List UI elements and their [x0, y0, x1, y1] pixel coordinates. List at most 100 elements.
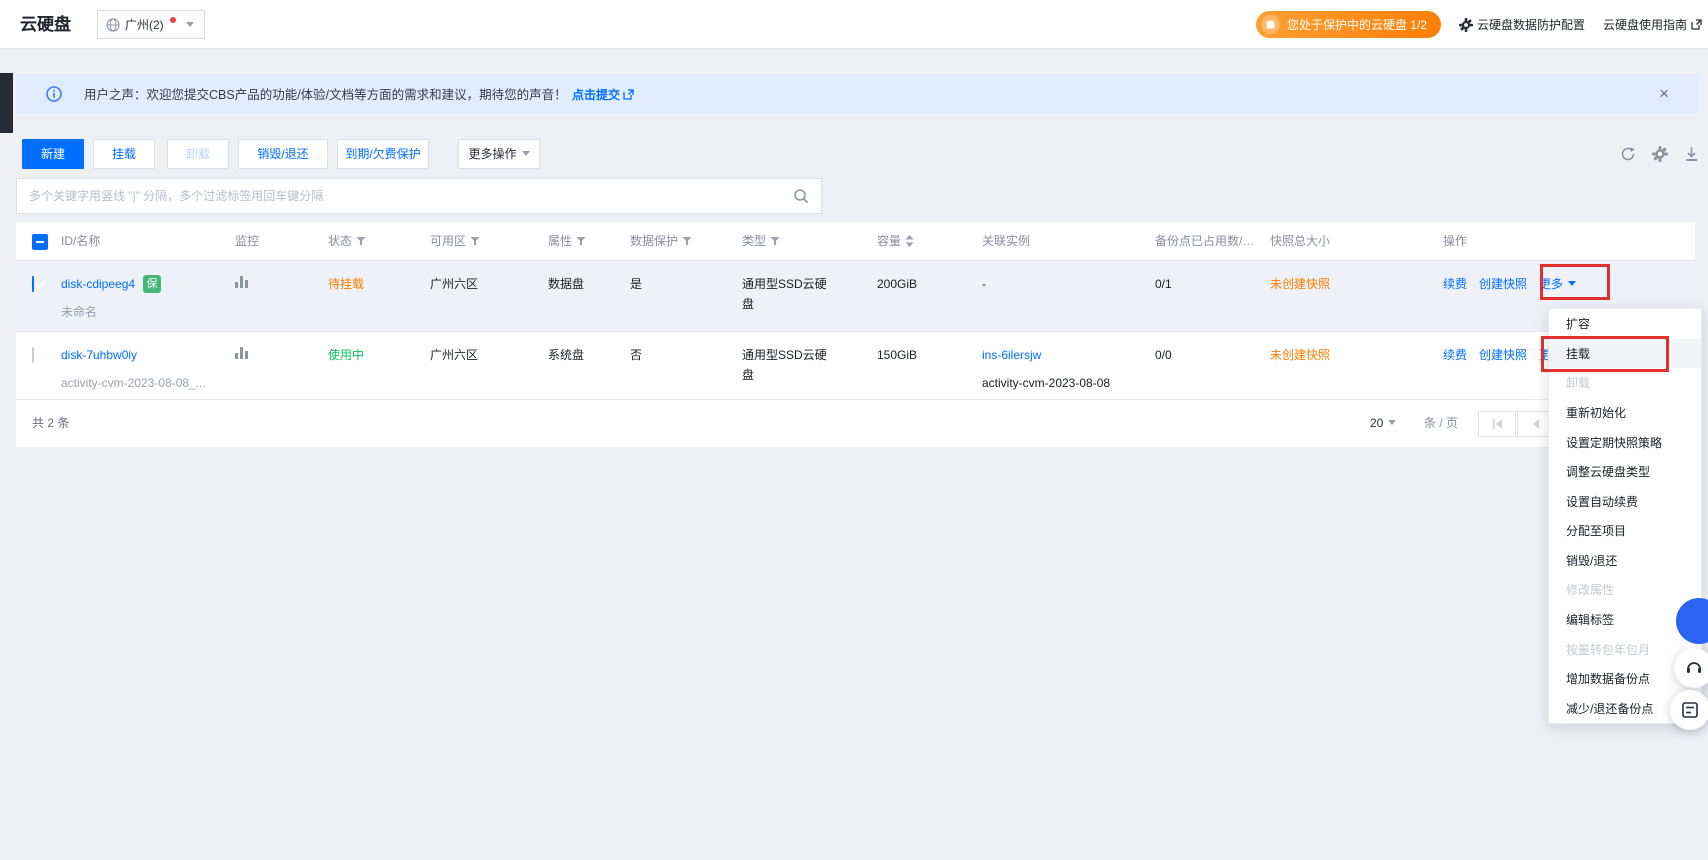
table-header-row: ID/名称 监控 状态 可用区 属性 数据保护 类型 容量 关联实例 备份点已占… — [16, 222, 1695, 261]
region-selector[interactable]: 广州(2) — [97, 10, 205, 39]
disk-id-link[interactable]: disk-7uhbw0iy — [61, 348, 137, 362]
create-snapshot-link[interactable]: 创建快照 — [1479, 274, 1527, 294]
chevron-down-icon — [522, 151, 530, 160]
region-notification-dot — [170, 17, 176, 23]
monitor-icon[interactable] — [235, 276, 248, 288]
backup-cell: 0/0 — [1150, 332, 1265, 399]
column-monitor: 监控 — [230, 222, 323, 260]
disk-id-link[interactable]: disk-cdipeeg4 — [61, 277, 135, 291]
menu-item-detach[interactable]: 卸载 — [1549, 368, 1701, 398]
filter-icon[interactable] — [770, 236, 780, 246]
menu-item-destroy[interactable]: 销毁/退还 — [1549, 546, 1701, 576]
download-icon[interactable] — [1684, 146, 1699, 162]
user-guide-label: 云硬盘使用指南 — [1603, 16, 1687, 33]
menu-item-auto-renew[interactable]: 设置自动续费 — [1549, 486, 1701, 516]
menu-item-snapshot-policy[interactable]: 设置定期快照策略 — [1549, 427, 1701, 457]
filter-icon[interactable] — [470, 236, 480, 246]
external-link-icon — [1691, 19, 1702, 30]
more-actions-label: 更多操作 — [468, 147, 516, 161]
menu-item-reinit[interactable]: 重新初始化 — [1549, 398, 1701, 428]
protected-badge: 保 — [143, 275, 161, 293]
data-protection-cell: 否 — [625, 332, 737, 399]
data-protection-cell: 是 — [625, 261, 737, 331]
menu-item-adjust-type[interactable]: 调整云硬盘类型 — [1549, 457, 1701, 487]
protected-disks-badge-label: 您处于保护中的云硬盘 1/2 — [1287, 16, 1427, 33]
filter-icon[interactable] — [356, 236, 366, 246]
chevron-down-icon — [1388, 420, 1396, 429]
column-backup: 备份点已占用数/当前备份... — [1150, 222, 1265, 260]
survey-list-icon — [1681, 701, 1699, 719]
shield-box-icon — [1261, 15, 1280, 34]
user-guide-link[interactable]: 云硬盘使用指南 — [1603, 16, 1702, 33]
instance-id-link[interactable]: ins-6ilersjw — [982, 348, 1041, 362]
notice-bar: 用户之声：欢迎您提交CBS产品的功能/体验/文档等方面的需求和建议，期待您的声音… — [16, 74, 1699, 113]
page-size-select[interactable]: 20 — [1370, 400, 1396, 447]
column-data-protection: 数据保护 — [625, 222, 737, 260]
topbar-right: 您处于保护中的云硬盘 1/2 云硬盘数据防护配置 云硬盘使用指南 — [1256, 0, 1702, 49]
create-button[interactable]: 新建 — [22, 139, 84, 169]
row-checkbox[interactable] — [32, 276, 34, 292]
status-badge: 待挂载 — [323, 261, 425, 331]
first-page-button[interactable] — [1478, 411, 1516, 437]
search-icon[interactable] — [781, 188, 821, 204]
data-protection-config-link[interactable]: 云硬盘数据防护配置 — [1459, 16, 1585, 33]
menu-item-assign-project[interactable]: 分配至项目 — [1549, 516, 1701, 546]
type-cell: 通用型SSD云硬盘 — [737, 332, 872, 399]
disk-table: ID/名称 监控 状态 可用区 属性 数据保护 类型 容量 关联实例 备份点已占… — [16, 222, 1695, 447]
attach-button[interactable]: 挂载 — [93, 139, 155, 169]
filter-icon[interactable] — [682, 236, 692, 246]
chevron-down-icon — [1568, 281, 1576, 290]
column-instance: 关联实例 — [977, 222, 1150, 260]
submit-feedback-link[interactable]: 点击提交 — [572, 88, 620, 102]
gear-icon[interactable] — [1652, 146, 1668, 162]
gear-icon — [1459, 18, 1473, 32]
external-link-icon — [623, 89, 634, 100]
menu-item-attach[interactable]: 挂载 — [1549, 339, 1701, 369]
zone-cell: 广州六区 — [425, 332, 543, 399]
more-actions-button[interactable]: 更多操作 — [458, 139, 540, 169]
search-input[interactable] — [17, 189, 781, 203]
collapsed-sidebar-edge — [0, 73, 13, 133]
destroy-return-button[interactable]: 销毁/退还 — [238, 139, 328, 169]
column-size: 容量 — [872, 222, 977, 260]
row-more-button[interactable]: 更多 — [1539, 274, 1576, 294]
snapshot-cell: 未创建快照 — [1265, 332, 1438, 399]
monitor-icon[interactable] — [235, 347, 248, 359]
attr-cell: 系统盘 — [543, 332, 625, 399]
page-size-unit: 条 / 页 — [1424, 400, 1458, 447]
type-cell: 通用型SSD云硬盘 — [737, 261, 872, 331]
expire-protect-button[interactable]: 到期/欠费保护 — [337, 139, 429, 169]
filter-icon[interactable] — [576, 236, 586, 246]
detach-button[interactable]: 卸载 — [167, 139, 229, 169]
refresh-icon[interactable] — [1620, 146, 1636, 162]
table-row: disk-cdipeeg4保 未命名 待挂载 广州六区 数据盘 是 通用型SSD… — [16, 261, 1695, 332]
renew-link[interactable]: 续费 — [1443, 274, 1467, 294]
chevron-down-icon — [186, 22, 194, 31]
page-title: 云硬盘 — [20, 0, 71, 49]
info-icon — [46, 86, 62, 102]
renew-link[interactable]: 续费 — [1443, 345, 1467, 365]
table-tool-icons — [1620, 146, 1699, 162]
snapshot-cell: 未创建快照 — [1265, 261, 1438, 331]
column-snapshot-size: 快照总大小 — [1265, 222, 1438, 260]
region-label: 广州(2) — [125, 16, 164, 33]
protected-disks-badge[interactable]: 您处于保护中的云硬盘 1/2 — [1256, 11, 1441, 38]
column-status: 状态 — [323, 222, 425, 260]
top-bar: 云硬盘 广州(2) 您处于保护中的云硬盘 1/2 云硬盘数据防护配置 云硬盘使用… — [0, 0, 1708, 49]
total-count: 共 2 条 — [32, 400, 69, 447]
menu-item-modify-attr[interactable]: 修改属性 — [1549, 575, 1701, 605]
attr-cell: 数据盘 — [543, 261, 625, 331]
support-float-button[interactable] — [1674, 648, 1708, 688]
instance-name: activity-cvm-2023-08-08 — [982, 373, 1142, 393]
row-checkbox[interactable] — [32, 347, 34, 363]
backup-cell: 0/1 — [1150, 261, 1265, 331]
column-zone: 可用区 — [425, 222, 543, 260]
create-snapshot-link[interactable]: 创建快照 — [1479, 345, 1527, 365]
size-cell: 150GiB — [872, 332, 977, 399]
select-all-checkbox[interactable] — [32, 234, 48, 250]
sort-icon[interactable] — [905, 235, 914, 247]
survey-float-button[interactable] — [1670, 690, 1708, 730]
headset-icon — [1685, 659, 1703, 677]
menu-item-expand[interactable]: 扩容 — [1549, 309, 1701, 339]
close-icon[interactable]: × — [1659, 74, 1669, 113]
